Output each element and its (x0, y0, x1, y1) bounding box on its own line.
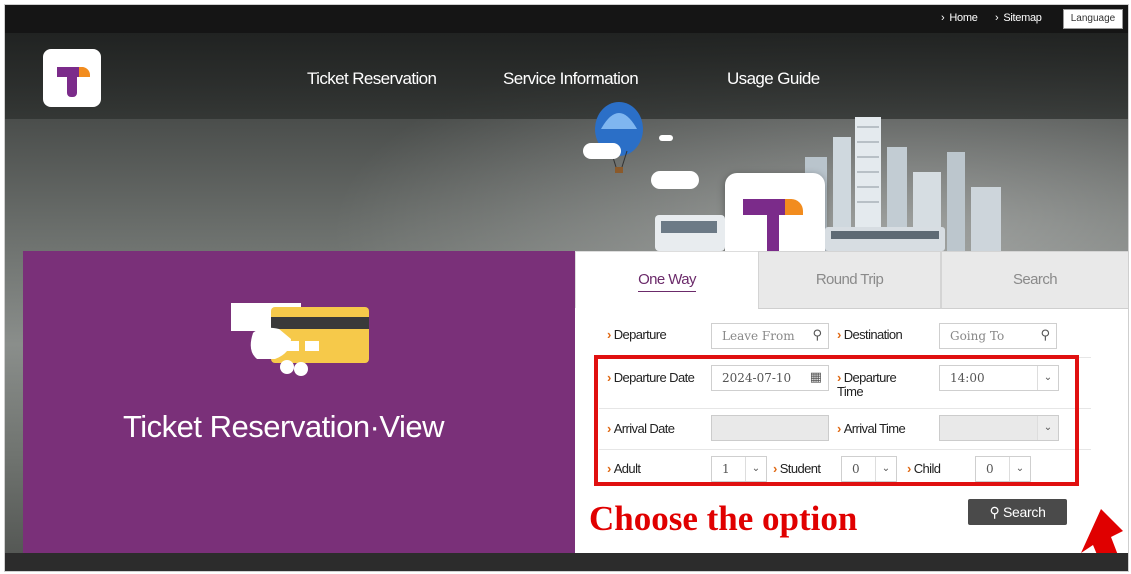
tab-one-way[interactable]: One Way (575, 251, 759, 308)
departure-placeholder: Leave From (722, 329, 795, 343)
highlight-box (594, 355, 1079, 486)
main-header: Ticket Reservation Service Information U… (5, 33, 1128, 119)
page-frame: › Home › Sitemap Language Ticket Reservati… (4, 4, 1129, 572)
footer-strip (5, 553, 1128, 571)
search-icon: ⚲ (989, 504, 1000, 520)
departure-label-text: Departure (613, 327, 667, 342)
tab-round-trip[interactable]: Round Trip (758, 251, 941, 309)
hero-panel: Ticket Reservation·View (23, 251, 575, 571)
t-logo-icon (57, 67, 90, 97)
sitemap-link[interactable]: › Sitemap (995, 12, 1042, 24)
cloud-shape (651, 171, 699, 189)
departure-label: › Departure (607, 327, 667, 342)
language-button[interactable]: Language (1063, 9, 1123, 29)
tab-one-way-label: One Way (638, 271, 696, 292)
search-button-label: Search (1003, 504, 1046, 520)
hero-title: Ticket Reservation·View (123, 409, 445, 444)
cloud-shape (659, 135, 673, 141)
search-icon[interactable]: ⚲ (812, 324, 822, 348)
cloud-shape (583, 143, 621, 159)
destination-placeholder: Going To (950, 329, 1005, 343)
destination-input[interactable]: Going To ⚲ (939, 323, 1057, 349)
site-logo[interactable] (43, 49, 101, 107)
tab-search[interactable]: Search (941, 251, 1128, 309)
destination-label: › Destination (837, 327, 903, 342)
home-link[interactable]: › Home (941, 12, 978, 24)
search-icon[interactable]: ⚲ (1040, 324, 1050, 348)
nav-service-information[interactable]: Service Information (503, 69, 639, 89)
utility-bar: › Home › Sitemap Language (5, 5, 1128, 33)
nav-usage-guide[interactable]: Usage Guide (727, 69, 820, 89)
trip-type-tabs: One Way Round Trip Search (575, 251, 1128, 309)
card-payment-icon (231, 303, 369, 376)
annotation-callout: Choose the option (589, 499, 858, 538)
destination-label-text: Destination (843, 327, 903, 342)
nav-ticket-reservation[interactable]: Ticket Reservation (307, 69, 437, 89)
search-button[interactable]: ⚲ Search (968, 499, 1067, 525)
bus-illustration (655, 215, 945, 251)
departure-input[interactable]: Leave From ⚲ (711, 323, 829, 349)
sitemap-link-label: Sitemap (1003, 12, 1042, 24)
home-link-label: Home (949, 12, 978, 24)
